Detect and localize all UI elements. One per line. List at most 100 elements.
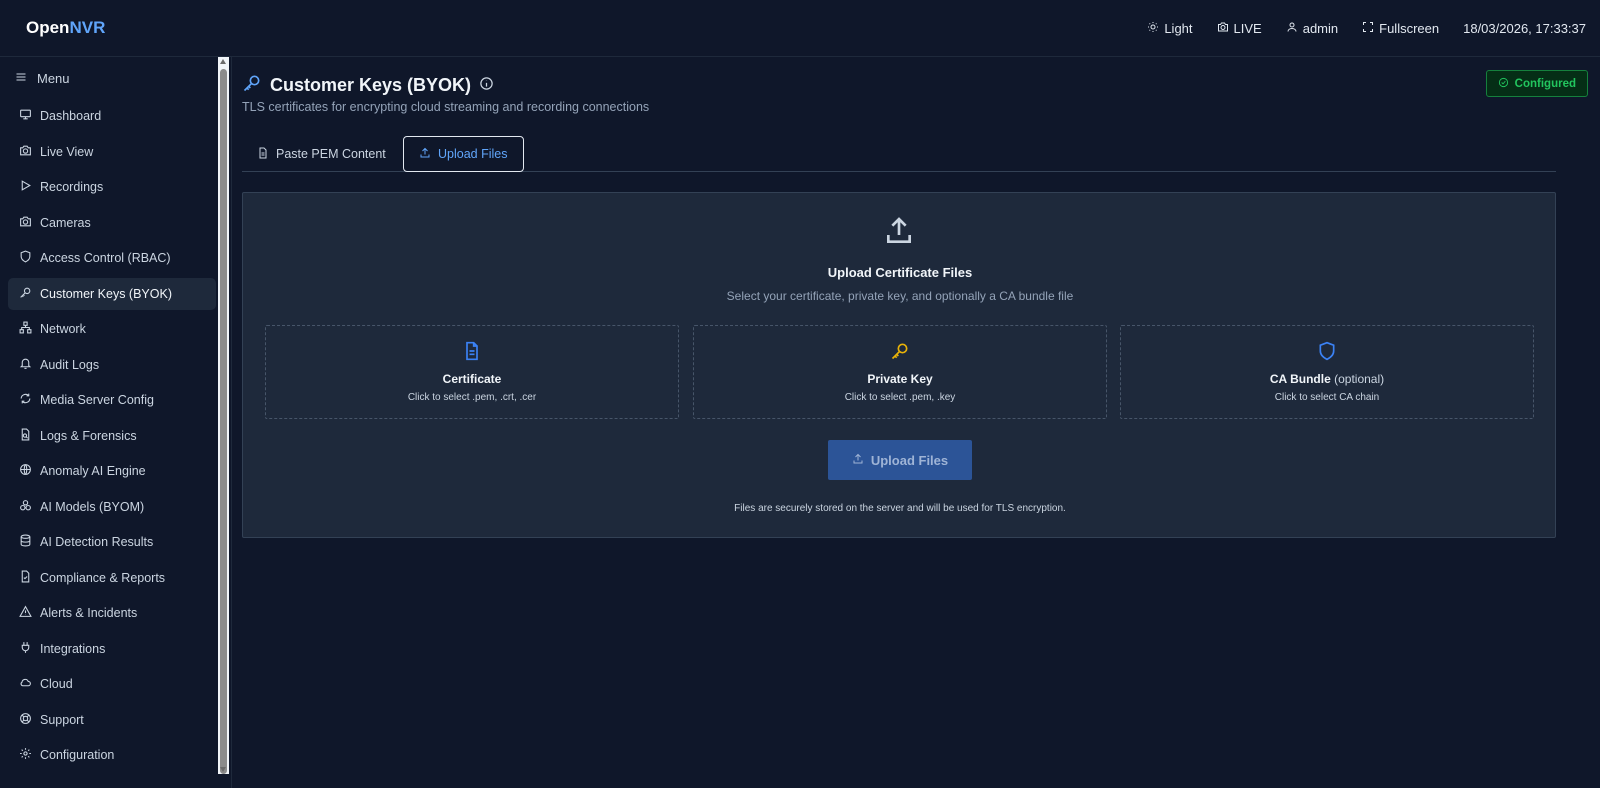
sidebar-item-audit-logs[interactable]: Audit Logs	[8, 349, 216, 381]
boxes-icon	[19, 499, 32, 515]
camera-icon	[19, 144, 32, 160]
upload-files-button[interactable]: Upload Files	[828, 440, 972, 480]
shield-icon	[1121, 341, 1533, 361]
sidebar-item-label: Logs & Forensics	[40, 428, 137, 443]
sidebar-item-label: Access Control (RBAC)	[40, 251, 171, 265]
page-subtitle: TLS certificates for encrypting cloud st…	[242, 100, 650, 114]
main-content: Customer Keys (BYOK) TLS certificates fo…	[232, 57, 1600, 788]
scroll-up-arrow-icon[interactable]	[220, 59, 226, 64]
sidebar-item-media-server-config[interactable]: Media Server Config	[8, 384, 216, 416]
scroll-down-arrow-icon[interactable]	[220, 767, 226, 772]
sidebar-item-compliance-reports[interactable]: Compliance & Reports	[8, 562, 216, 594]
live-button[interactable]: LIVE	[1217, 21, 1262, 36]
user-menu-button[interactable]: admin	[1286, 21, 1338, 36]
upload-icon	[883, 215, 915, 247]
page-header: Customer Keys (BYOK)	[242, 73, 494, 98]
sidebar-item-support[interactable]: Support	[8, 704, 216, 736]
page-title: Customer Keys (BYOK)	[270, 75, 472, 95]
sidebar-item-integrations[interactable]: Integrations	[8, 633, 216, 665]
fullscreen-button[interactable]: Fullscreen	[1362, 21, 1439, 36]
sidebar-scrollbar[interactable]	[218, 57, 229, 774]
user-label: admin	[1302, 21, 1339, 36]
private-key-dropzone[interactable]: Private Key Click to select .pem, .key	[693, 325, 1107, 419]
sidebar-item-cameras[interactable]: Cameras	[8, 207, 216, 239]
sidebar-item-label: Anomaly AI Engine	[40, 464, 146, 478]
refresh-icon	[19, 392, 32, 408]
lifebuoy-icon	[19, 712, 32, 728]
bell-icon	[19, 357, 32, 373]
sidebar-item-label: Dashboard	[40, 109, 102, 123]
sidebar-item-label: AI Models (BYOM)	[40, 499, 145, 514]
upload-footnote: Files are securely stored on the server …	[734, 503, 1066, 514]
sidebar-item-ai-models[interactable]: AI Models (BYOM)	[8, 491, 216, 523]
dropzone-hint: Click to select .pem, .crt, .cer	[407, 392, 537, 403]
sidebar-item-ai-detection-results[interactable]: AI Detection Results	[8, 526, 216, 558]
sidebar-item-label: Media Server Config	[40, 393, 154, 407]
tab-label: Upload Files	[438, 147, 508, 161]
tab-upload-files[interactable]: Upload Files	[403, 136, 524, 172]
database-icon	[19, 534, 32, 550]
certificate-dropzone[interactable]: Certificate Click to select .pem, .crt, …	[265, 325, 679, 419]
sidebar: Menu Dashboard Live View Recordings Came…	[0, 57, 232, 788]
theme-toggle-button[interactable]: Light	[1147, 21, 1193, 36]
sidebar-item-access-control[interactable]: Access Control (RBAC)	[8, 242, 216, 274]
optional-tag: (optional)	[1334, 372, 1385, 386]
gear-icon	[19, 747, 32, 763]
sun-icon	[1147, 21, 1159, 36]
dropzone-label-text: Private Key	[867, 372, 933, 386]
sidebar-item-network[interactable]: Network	[8, 313, 216, 345]
sidebar-item-cloud[interactable]: Cloud	[8, 668, 216, 700]
sidebar-item-recordings[interactable]: Recordings	[8, 171, 216, 203]
file-text-icon	[257, 147, 269, 162]
file-search-icon	[19, 428, 32, 444]
sidebar-item-label: Live View	[40, 144, 94, 159]
theme-label: Light	[1164, 21, 1193, 36]
brand-logo[interactable]: OpenNVR	[26, 18, 105, 38]
upload-icon	[419, 147, 431, 162]
info-icon[interactable]	[479, 75, 494, 96]
sidebar-item-logs-forensics[interactable]: Logs & Forensics	[8, 420, 216, 452]
dropzone-hint: Click to select CA chain	[1274, 392, 1380, 403]
upload-panel: Upload Certificate Files Select your cer…	[242, 192, 1556, 538]
sidebar-item-label: Configuration	[40, 748, 115, 762]
menu-toggle[interactable]: Menu	[15, 71, 70, 86]
top-bar: OpenNVR Light LIVE admin Fullscreen 18/0…	[0, 0, 1600, 57]
sidebar-item-dashboard[interactable]: Dashboard	[8, 100, 216, 132]
globe-icon	[19, 463, 32, 479]
sidebar-item-configuration[interactable]: Configuration	[8, 739, 216, 771]
upload-button-label: Upload Files	[870, 452, 949, 468]
datetime-display: 18/03/2026, 17:33:37	[1463, 21, 1586, 36]
monitor-icon	[19, 108, 32, 124]
fullscreen-icon	[1362, 21, 1374, 36]
camera-icon	[19, 215, 32, 231]
menu-label: Menu	[37, 71, 70, 86]
sidebar-item-customer-keys[interactable]: Customer Keys (BYOK)	[8, 277, 216, 310]
sidebar-item-label: AI Detection Results	[40, 535, 154, 549]
sidebar-item-alerts-incidents[interactable]: Alerts & Incidents	[8, 597, 216, 629]
sidebar-item-anomaly-ai-engine[interactable]: Anomaly AI Engine	[8, 455, 216, 487]
dropzone-hint: Click to select .pem, .key	[844, 392, 956, 403]
sidebar-item-label: Cloud	[40, 677, 73, 691]
upload-panel-title: Upload Certificate Files	[827, 265, 973, 280]
play-icon	[19, 179, 32, 195]
key-icon	[242, 73, 262, 98]
brand-suffix: NVR	[69, 18, 106, 37]
user-icon	[1286, 21, 1298, 36]
ca-bundle-dropzone[interactable]: CA Bundle (optional) Click to select CA …	[1120, 325, 1534, 419]
live-label: LIVE	[1233, 21, 1262, 36]
check-circle-icon	[1498, 77, 1509, 91]
sidebar-nav: Dashboard Live View Recordings Cameras A…	[8, 100, 216, 775]
sidebar-item-label: Support	[40, 712, 84, 727]
alert-triangle-icon	[19, 605, 32, 621]
dropzone-label-text: CA Bundle	[1269, 372, 1331, 386]
dropzone-label: CA Bundle (optional)	[1121, 372, 1533, 386]
upload-panel-subtitle: Select your certificate, private key, an…	[726, 289, 1074, 303]
tab-bar: Paste PEM Content Upload Files	[242, 136, 1556, 172]
fullscreen-label: Fullscreen	[1379, 21, 1440, 36]
scrollbar-thumb[interactable]	[220, 69, 227, 774]
camera-icon	[1217, 21, 1229, 36]
dropzone-label-text: Certificate	[442, 372, 502, 386]
sidebar-item-label: Compliance & Reports	[40, 570, 166, 585]
sidebar-item-live-view[interactable]: Live View	[8, 136, 216, 168]
tab-paste-pem[interactable]: Paste PEM Content	[242, 136, 401, 172]
